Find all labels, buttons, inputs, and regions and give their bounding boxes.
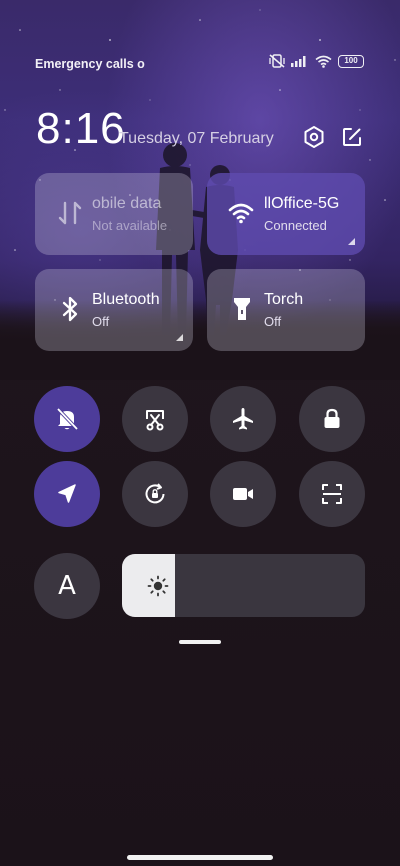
battery-icon: 100: [338, 54, 364, 68]
tile-clip: obile data Not available: [35, 173, 193, 255]
location-arrow-icon: [58, 484, 76, 503]
torch-icon: [234, 298, 250, 320]
bell-off-icon: [56, 407, 79, 431]
wifi-status: Connected: [264, 218, 327, 233]
clock: 8:16: [36, 104, 126, 153]
video-camera-icon: [233, 488, 253, 500]
airplane-icon: [233, 408, 253, 430]
screen-recorder-toggle[interactable]: [210, 461, 276, 527]
expand-corner-icon[interactable]: [176, 334, 183, 341]
mobile-data-status: Not available: [92, 218, 168, 233]
sun-icon: [147, 575, 169, 597]
status-icons: 100: [269, 54, 364, 68]
settings-hexagon-icon[interactable]: [302, 125, 326, 149]
bluetooth-status: Off: [92, 314, 110, 329]
mobile-data-tile[interactable]: obile data Not available: [35, 173, 193, 255]
bluetooth-icon: [62, 296, 78, 322]
screenshot-scissors-icon: [146, 410, 164, 431]
vibrate-off-icon: [269, 54, 285, 68]
bluetooth-title: Bluetooth: [92, 291, 160, 308]
bluetooth-tile[interactable]: Bluetooth Off: [35, 269, 193, 351]
scanner-toggle[interactable]: [299, 461, 365, 527]
screenshot-toggle[interactable]: [122, 386, 188, 452]
location-toggle[interactable]: [34, 461, 100, 527]
scan-icon: [322, 484, 342, 504]
torch-status: Off: [264, 314, 282, 329]
date: Tuesday, 07 February: [119, 130, 274, 147]
mobile-data-icon: [58, 201, 82, 225]
rotation-lock-toggle[interactable]: [122, 461, 188, 527]
wifi-icon: [228, 203, 254, 224]
font-size-button[interactable]: A: [34, 553, 100, 619]
lock-icon: [324, 408, 340, 428]
gesture-nav-bar[interactable]: [127, 855, 273, 860]
drawer-handle[interactable]: [179, 640, 221, 644]
brightness-slider[interactable]: [122, 554, 365, 617]
expand-corner-icon[interactable]: [348, 238, 355, 245]
torch-tile[interactable]: Torch Off: [207, 269, 365, 351]
edit-icon[interactable]: [340, 125, 364, 149]
airplane-toggle[interactable]: [210, 386, 276, 452]
font-size-label: A: [58, 571, 76, 601]
torch-title: Torch: [264, 291, 304, 308]
signal-icon: [291, 56, 306, 67]
wifi-network-name: llOffice-5G: [264, 195, 340, 212]
wifi-icon: [315, 55, 332, 68]
lock-toggle[interactable]: [299, 386, 365, 452]
mobile-data-title: obile data: [92, 195, 162, 212]
wifi-tile[interactable]: llOffice-5G Connected: [207, 173, 365, 255]
status-bar: Emergency calls o 100: [0, 52, 400, 76]
rotation-lock-icon: [145, 483, 165, 504]
carrier-text: Emergency calls o: [35, 57, 145, 71]
silent-toggle[interactable]: [34, 386, 100, 452]
